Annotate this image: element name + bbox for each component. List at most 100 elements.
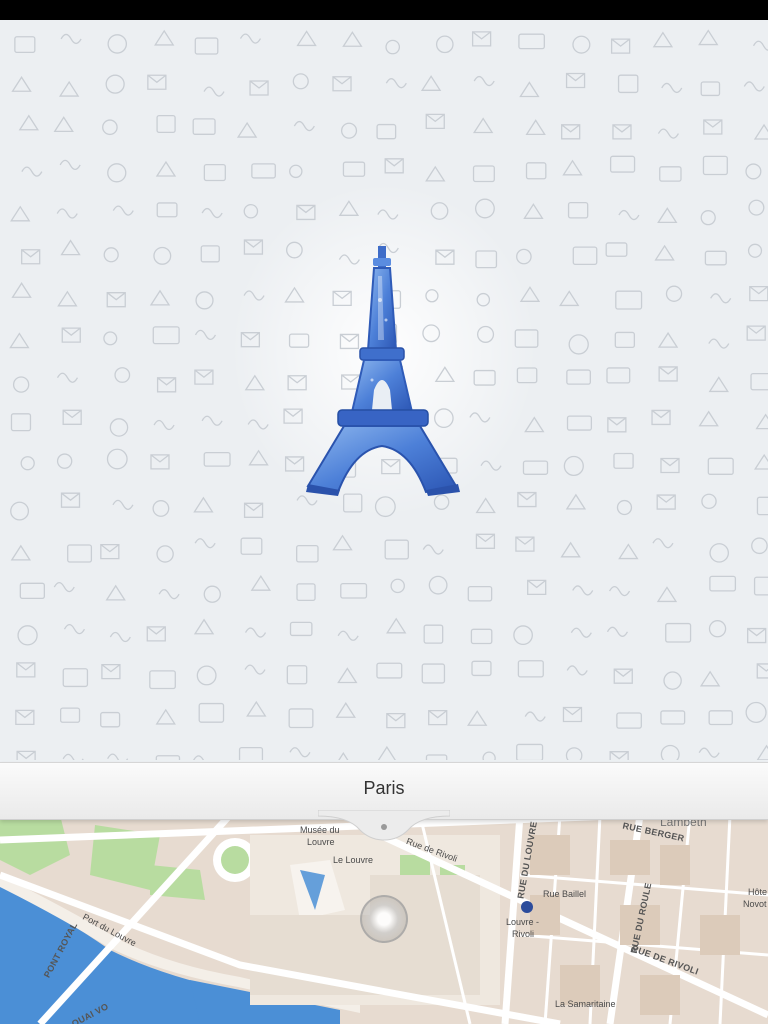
doodle-shape <box>656 494 676 510</box>
doodle-shape <box>474 198 495 219</box>
doodle-shape <box>203 86 225 97</box>
doodle-shape <box>566 665 588 676</box>
doodle-shape <box>289 621 313 637</box>
doodle-shape <box>665 622 692 643</box>
doodle-shape <box>707 457 734 475</box>
doodle-shape <box>377 209 399 220</box>
doodle-shape <box>613 452 634 469</box>
doodle-shape <box>101 663 121 680</box>
doodle-shape <box>746 325 766 341</box>
doodle-shape <box>384 158 404 174</box>
doodle-shape <box>146 626 166 642</box>
doodle-shape <box>698 410 719 427</box>
doodle-shape <box>194 538 216 549</box>
doodle-shape <box>340 122 358 139</box>
doodle-shape <box>17 625 38 646</box>
doodle-shape <box>563 455 584 477</box>
doodle-shape <box>518 33 545 50</box>
doodle-shape <box>292 73 309 90</box>
doodle-shape <box>753 576 768 596</box>
doodle-shape <box>21 249 41 265</box>
doodle-shape <box>289 747 311 758</box>
doodle-shape <box>750 372 768 391</box>
doodle-shape <box>243 239 264 255</box>
doodle-shape <box>660 744 680 760</box>
doodle-shape <box>149 289 171 306</box>
doodle-shape <box>605 242 628 257</box>
doodle-shape <box>63 623 86 635</box>
doodle-shape <box>100 543 120 560</box>
doodle-shape <box>193 618 215 635</box>
doodle-shape <box>58 80 80 97</box>
doodle-shape <box>60 492 81 508</box>
doodle-shape <box>296 30 317 47</box>
doodle-shape <box>249 80 269 96</box>
doodle-shape <box>527 579 547 596</box>
doodle-shape <box>67 544 93 563</box>
doodle-shape <box>475 533 496 549</box>
doodle-shape <box>472 117 494 134</box>
doodle-shape <box>572 585 594 596</box>
doodle-shape <box>609 751 629 760</box>
doodle-shape <box>288 708 314 729</box>
doodle-shape <box>386 712 406 729</box>
doodle-shape <box>100 711 121 728</box>
doodle-shape <box>377 745 396 760</box>
doodle-shape <box>608 585 631 597</box>
doodle-shape <box>10 544 32 561</box>
doodle-shape <box>698 747 720 758</box>
doodle-shape <box>709 575 737 592</box>
doodle-shape <box>480 460 502 471</box>
doodle-shape <box>745 163 762 180</box>
doodle-shape <box>155 160 177 177</box>
pull-tab-handle[interactable] <box>318 810 450 844</box>
doodle-shape <box>708 620 727 638</box>
doodle-shape <box>11 282 32 298</box>
doodle-shape <box>516 743 544 760</box>
doodle-shape <box>16 662 36 678</box>
doodle-shape <box>618 209 640 221</box>
doodle-shape <box>342 161 366 177</box>
doodle-shape <box>561 124 581 140</box>
doodle-shape <box>244 664 266 675</box>
doodle-shape <box>467 585 493 602</box>
doodle-shape <box>56 453 73 469</box>
doodle-shape <box>9 332 30 349</box>
doodle-shape <box>660 457 680 474</box>
doodle-shape <box>699 670 721 687</box>
doodle-shape <box>201 415 223 426</box>
doodle-shape <box>516 367 538 384</box>
doodle-shape <box>243 290 265 301</box>
doodle-shape <box>700 210 716 226</box>
doodle-shape <box>61 327 81 343</box>
doodle-shape <box>107 34 128 54</box>
doodle-shape <box>470 628 493 645</box>
doodle-shape <box>62 753 84 760</box>
doodle-shape <box>12 376 30 393</box>
doodle-shape <box>748 199 765 216</box>
doodle-shape <box>106 292 126 308</box>
doodle-shape <box>155 708 176 725</box>
doodle-shape <box>565 72 586 89</box>
doodle-shape <box>572 246 598 266</box>
doodle-shape <box>203 585 221 603</box>
doodle-shape <box>60 33 82 45</box>
doodle-shape <box>156 114 176 134</box>
doodle-shape <box>753 123 768 140</box>
doodle-shape <box>244 627 267 638</box>
doodle-shape <box>428 709 448 726</box>
doodle-shape <box>193 755 205 760</box>
doodle-shape <box>517 660 544 678</box>
doodle-shape <box>62 668 89 688</box>
doodle-shape <box>153 419 175 431</box>
doodle-shape <box>109 631 131 643</box>
doodle-shape <box>565 493 587 510</box>
doodle-shape <box>18 114 39 131</box>
place-title: Paris <box>363 778 405 798</box>
doodle-shape <box>652 31 674 48</box>
doodle-shape <box>335 702 356 718</box>
map-label-louvre-rivoli-2: Rivoli <box>512 929 535 939</box>
doodle-shape <box>195 291 214 310</box>
doodle-shape <box>10 501 30 521</box>
doodle-shape <box>425 113 445 130</box>
